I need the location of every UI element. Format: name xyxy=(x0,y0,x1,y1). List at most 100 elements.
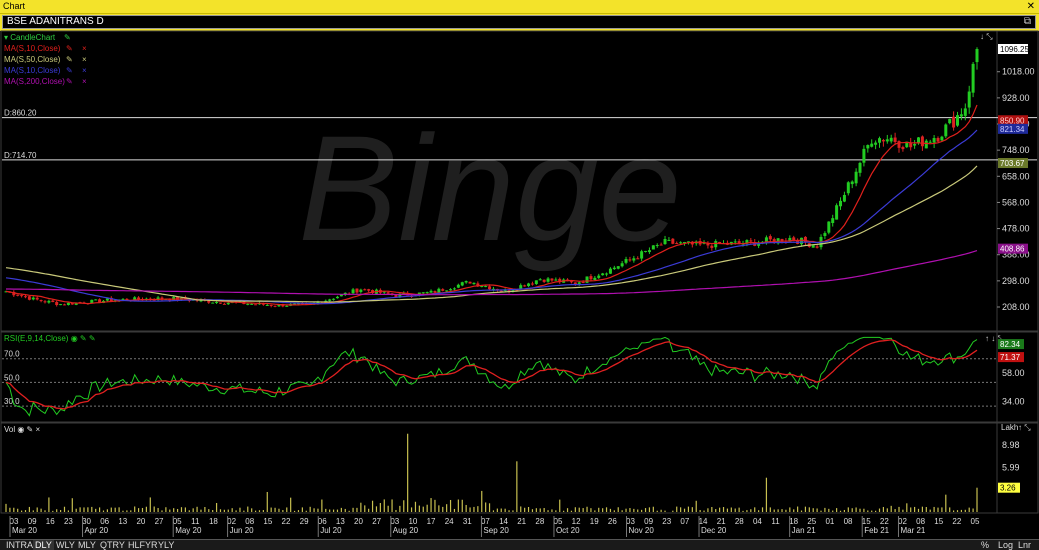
candle-body xyxy=(577,282,581,284)
candle-body xyxy=(39,300,43,302)
candle xyxy=(589,273,593,282)
candle xyxy=(967,85,971,114)
candle xyxy=(363,288,367,291)
candle xyxy=(328,298,332,302)
rsi-badge-label: 71.37 xyxy=(1000,353,1021,362)
candle-body xyxy=(211,302,215,304)
x-axis-day-label: 21 xyxy=(717,517,726,526)
candle xyxy=(694,240,698,246)
maximize-icon[interactable]: ⧉ xyxy=(1024,16,1031,28)
candle xyxy=(870,139,874,148)
x-axis-day-label: 06 xyxy=(100,517,109,526)
edit-pencil-icon: ✎ xyxy=(66,77,73,86)
price-tick-label: 568.00 xyxy=(1002,197,1030,207)
price-tick-label: 1018.00 xyxy=(1002,67,1035,77)
x-axis-month-label: Mar 20 xyxy=(12,526,37,535)
candle-body xyxy=(866,145,870,149)
candle xyxy=(355,288,359,295)
candle-body xyxy=(456,284,460,288)
candle-body xyxy=(328,299,332,301)
volume-badge-label: 3.26 xyxy=(1000,484,1016,493)
close-icon[interactable]: ✕ xyxy=(1027,0,1035,13)
candle-body xyxy=(421,292,425,294)
candle-body xyxy=(616,266,620,269)
candle-body xyxy=(16,294,20,296)
candle-body xyxy=(944,124,948,137)
candle xyxy=(550,278,554,282)
candle-body xyxy=(593,277,597,280)
candle-body xyxy=(215,301,219,303)
candle xyxy=(218,302,222,304)
candle-body xyxy=(628,259,632,261)
candle xyxy=(160,296,164,301)
price-badge-label: 408.86 xyxy=(1000,245,1025,254)
candle xyxy=(538,278,542,281)
candle xyxy=(827,221,831,235)
x-axis-day-label: 13 xyxy=(336,517,345,526)
x-axis-day-label: 11 xyxy=(771,517,780,526)
candle xyxy=(971,61,975,98)
candle-body xyxy=(62,304,66,306)
candle xyxy=(94,299,98,301)
window-title: Chart xyxy=(3,1,26,11)
symbol-box[interactable]: BSE ADANITRANS D ⧉ xyxy=(2,15,1036,29)
candle-body xyxy=(858,162,862,173)
candle-body xyxy=(94,299,98,301)
candle-body xyxy=(222,303,226,305)
candle xyxy=(874,140,878,150)
x-axis-day-label: 22 xyxy=(952,517,961,526)
x-axis-day-label: 17 xyxy=(427,517,436,526)
candle-body xyxy=(893,137,897,143)
candle xyxy=(43,300,47,304)
candle xyxy=(246,303,250,306)
rsi-label: RSI(E,9,14,Close) ◉ ✎ ✎ xyxy=(4,334,96,343)
candle-body xyxy=(870,143,874,147)
candle-body xyxy=(351,289,355,294)
candle xyxy=(35,296,39,301)
candle xyxy=(850,180,854,189)
price-badge-label: 703.67 xyxy=(1000,159,1025,168)
candle-body xyxy=(589,276,593,280)
candle xyxy=(464,280,468,284)
x-axis-day-label: 25 xyxy=(807,517,816,526)
candle-body xyxy=(530,283,534,285)
candle-body xyxy=(675,243,679,245)
x-axis-day-label: 27 xyxy=(372,517,381,526)
remove-icon: × xyxy=(82,44,87,53)
candle-body xyxy=(121,298,125,300)
candle-body xyxy=(959,114,963,117)
volume-panel xyxy=(0,422,1039,514)
candle-body xyxy=(105,298,109,301)
candle-body xyxy=(137,297,141,300)
candle-body xyxy=(862,148,866,163)
candle-body xyxy=(854,171,858,184)
x-axis-day-label: 21 xyxy=(517,517,526,526)
candle xyxy=(710,244,714,251)
x-axis-month-label: Mar 21 xyxy=(900,526,925,535)
candle xyxy=(846,181,850,196)
candle-body xyxy=(445,290,449,292)
candle-body xyxy=(484,286,488,288)
candle-body xyxy=(815,246,819,248)
candle xyxy=(47,299,51,304)
volume-tick-label: 8.98 xyxy=(1002,440,1020,450)
x-axis-day-label: 15 xyxy=(862,517,871,526)
x-axis-day-label: 03 xyxy=(10,517,19,526)
candle xyxy=(932,135,936,149)
remove-icon: × xyxy=(82,77,87,86)
candle-body xyxy=(835,205,839,220)
x-axis-day-label: 09 xyxy=(28,517,37,526)
chart-area[interactable]: Binge1018.00928.00838.00748.00658.00568.… xyxy=(0,30,1039,539)
rsi-line xyxy=(5,336,978,417)
candle xyxy=(452,287,456,291)
x-axis-month-label: Sep 20 xyxy=(483,526,509,535)
x-axis-day-label: 27 xyxy=(155,517,164,526)
candle-body xyxy=(932,138,936,143)
candle xyxy=(39,299,43,303)
candle xyxy=(944,123,948,139)
candle-body xyxy=(644,250,648,252)
x-axis-day-label: 20 xyxy=(354,517,363,526)
candle xyxy=(936,136,940,143)
candle-body xyxy=(800,237,804,245)
candle xyxy=(862,145,866,167)
